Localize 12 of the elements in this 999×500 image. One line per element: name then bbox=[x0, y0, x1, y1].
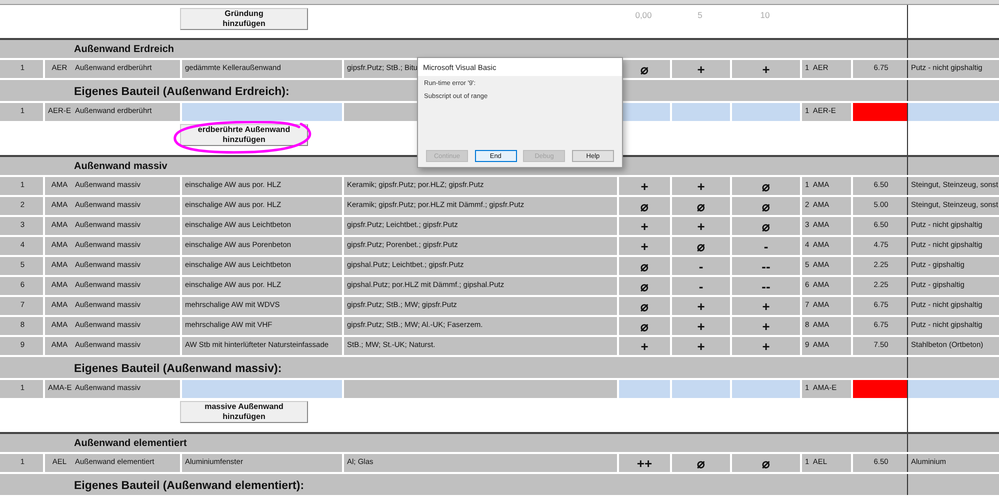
section-header: Außenwand elementiert bbox=[74, 438, 187, 449]
subsection-header: Eigenes Bauteil (Außenwand Erdreich): bbox=[74, 86, 290, 98]
add-button[interactable]: massive Außenwand hinzufügen bbox=[180, 401, 308, 423]
section-header: Außenwand Erdreich bbox=[74, 44, 174, 55]
scale-label: 5 bbox=[698, 10, 702, 20]
scale-label: 10 bbox=[760, 10, 770, 20]
add-button[interactable]: erdberührte Außenwand hinzufügen bbox=[180, 124, 308, 146]
subsection-header: Eigenes Bauteil (Außenwand elementiert): bbox=[74, 480, 304, 492]
add-button[interactable]: Gründung hinzufügen bbox=[180, 8, 308, 30]
scale-label: 0,00 bbox=[635, 10, 652, 20]
section-header: Außenwand massiv bbox=[74, 161, 168, 172]
subsection-header: Eigenes Bauteil (Außenwand massiv): bbox=[74, 363, 282, 375]
